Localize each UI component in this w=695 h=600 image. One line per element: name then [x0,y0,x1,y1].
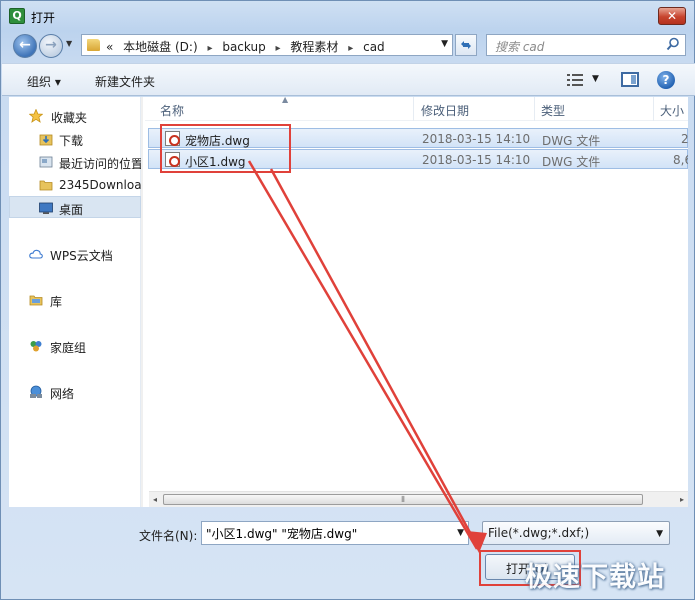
sidebar-item-desktop[interactable]: 桌面 [9,196,141,218]
dialog-content: 收藏夹 下载 最近访问的位置 2345Downloa 桌面 WPS云文档 库 家… [9,97,688,507]
sidebar-label: 家庭组 [50,341,87,355]
sidebar-label: WPS云文档 [50,249,113,263]
window-title: 打开 [31,11,56,25]
file-modified: 2018-03-15 14:10 [422,132,531,146]
scroll-right-icon[interactable]: ▸ [680,495,684,504]
column-name[interactable]: 名称 [160,102,184,119]
toolbar: 组织 ▾ 新建文件夹 ▼ ? [2,63,695,96]
breadcrumb-separator-icon[interactable]: ▸ [276,43,281,54]
sidebar-item-homegroup[interactable]: 家庭组 [9,335,141,357]
filename-field[interactable]: ▼ [201,521,469,545]
sidebar-label: 库 [50,295,63,309]
column-type[interactable]: 类型 [541,102,565,119]
homegroup-icon [30,341,42,352]
filename-input[interactable] [206,525,446,541]
file-type: DWG 文件 [542,134,601,148]
network-icon [30,385,42,398]
address-bar[interactable]: « 本地磁盘 (D:) ▸ backup ▸ 教程素材 ▸ cad ▼ [81,34,453,56]
recent-places-icon [39,156,53,168]
horizontal-scrollbar[interactable]: ◂ ⦀ ▸ [149,491,688,507]
address-dropdown-icon[interactable]: ▼ [441,39,448,49]
file-list: ▲ 名称 修改日期 类型 大小 宠物店.dwg 2018-03-15 14:10… [145,97,688,507]
sidebar-label: 桌面 [59,203,84,217]
filename-dropdown-icon[interactable]: ▼ [457,528,464,538]
column-modified[interactable]: 修改日期 [421,102,469,119]
breadcrumb-cad[interactable]: cad [363,40,385,54]
breadcrumb-overflow[interactable]: « [106,40,113,54]
pane-splitter[interactable] [141,97,143,507]
cloud-icon [29,249,43,259]
file-modified: 2018-03-15 14:10 [422,153,531,167]
library-icon [29,295,43,306]
refresh-icon [461,41,471,49]
file-type-select[interactable]: File(*.dwg;*.dxf;) ▼ [482,521,670,545]
watermark-text: 极速下载站 [525,562,665,593]
preview-pane-icon[interactable] [621,72,639,87]
back-button[interactable]: ← [13,34,37,58]
column-divider[interactable] [413,97,414,121]
sidebar-item-network[interactable]: 网络 [9,381,141,403]
folder-icon [87,39,100,51]
column-divider[interactable] [653,97,654,121]
breadcrumb-separator-icon[interactable]: ▸ [207,43,212,54]
recent-pages-dropdown-icon[interactable]: ▼ [66,39,72,48]
file-type-value: File(*.dwg;*.dxf;) [488,526,590,540]
file-type: DWG 文件 [542,155,601,169]
column-size[interactable]: 大小 [660,102,684,119]
downloads-folder-icon [39,134,53,146]
sidebar-item-2345downloads[interactable]: 2345Downloads [9,174,141,196]
scroll-thumb[interactable]: ⦀ [163,494,643,505]
sidebar-item-recent-places[interactable]: 最近访问的位置 [9,151,141,173]
organize-button[interactable]: 组织 ▾ [27,73,61,90]
desktop-icon [39,202,53,214]
sidebar-label: 网络 [50,387,75,401]
filename-label: 文件名(N): [139,529,198,543]
sidebar-item-downloads[interactable]: 下载 [9,128,141,150]
app-icon: Q [9,8,25,24]
sort-ascending-icon: ▲ [282,97,289,104]
file-size: 8,6 [673,153,688,167]
sidebar-label: 收藏夹 [51,111,88,125]
search-icon[interactable] [666,37,680,51]
breadcrumb-separator-icon[interactable]: ▸ [348,43,353,54]
help-icon[interactable]: ? [657,71,675,89]
file-size: 2 [681,132,688,146]
breadcrumb-drive[interactable]: 本地磁盘 (D:) [123,40,197,54]
forward-button[interactable]: → [39,34,63,58]
refresh-button[interactable] [455,34,477,56]
scroll-left-icon[interactable]: ◂ [153,495,157,504]
sidebar-item-libraries[interactable]: 库 [9,289,141,311]
view-dropdown-icon[interactable]: ▼ [592,74,599,84]
title-bar: Q 打开 ✕ [1,1,694,31]
sidebar-item-wps-cloud[interactable]: WPS云文档 [9,243,141,265]
sidebar-label: 2345Downloads [59,178,141,192]
breadcrumb-tutorial[interactable]: 教程素材 [290,40,338,54]
sidebar-label: 下载 [59,134,84,148]
new-folder-button[interactable]: 新建文件夹 [95,73,155,90]
column-header: ▲ 名称 修改日期 类型 大小 [145,97,688,121]
sidebar-item-favorites[interactable]: 收藏夹 [9,105,141,127]
open-file-dialog: Q 打开 ✕ ← → ▼ « 本地磁盘 (D:) ▸ backup ▸ 教程素材… [0,0,695,600]
chevron-down-icon: ▼ [656,529,663,539]
column-divider[interactable] [534,97,535,121]
search-input[interactable]: 搜索 cad [486,34,686,56]
breadcrumb: « 本地磁盘 (D:) ▸ backup ▸ 教程素材 ▸ cad [106,38,391,55]
search-placeholder: 搜索 cad [495,40,545,54]
star-icon [29,109,43,123]
view-options-icon[interactable] [567,73,583,87]
breadcrumb-backup[interactable]: backup [222,40,265,54]
sidebar-label: 最近访问的位置 [59,157,141,171]
folder-icon [39,180,53,191]
navigation-pane: 收藏夹 下载 最近访问的位置 2345Downloa 桌面 WPS云文档 库 家… [9,97,141,507]
highlight-box [160,124,291,173]
close-button[interactable]: ✕ [658,7,686,25]
